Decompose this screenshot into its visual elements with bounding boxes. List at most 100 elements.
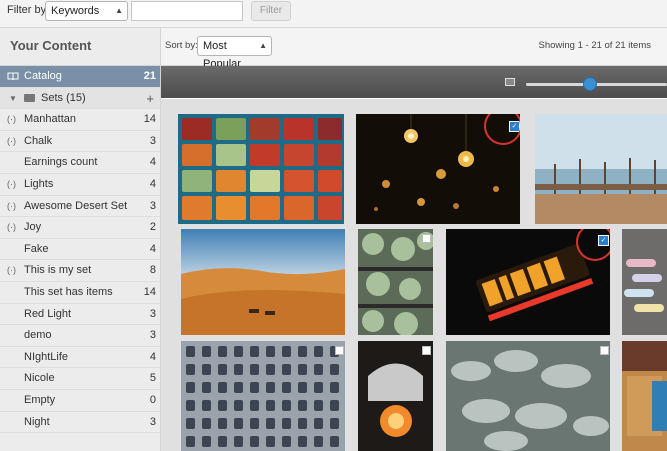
photo-succulents [358, 229, 433, 335]
sort-bar: Sort by: Most Popular ▲ Showing 1 - 21 o… [161, 28, 667, 70]
set-list: (·) Manhattan 14 (·) Chalk 3 Earnings count 4 (·… [0, 109, 160, 434]
set-label: Awesome Desert Set [24, 199, 128, 212]
sidebar-set-item[interactable]: demo 3 [0, 325, 160, 347]
set-label: Empty [24, 393, 56, 406]
broadcast-icon: (·) [7, 222, 16, 233]
sidebar-set-item[interactable]: Nicole 5 [0, 368, 160, 390]
set-count: 4 [149, 156, 156, 169]
photo-red-light [358, 341, 433, 451]
unselected-checkbox[interactable] [335, 346, 344, 355]
unselected-checkbox[interactable] [600, 346, 609, 355]
sidebar-set-item[interactable]: Earnings count 4 [0, 152, 160, 174]
main-content: Sort by: Most Popular ▲ Showing 1 - 21 o… [161, 28, 667, 451]
set-label: Night [24, 415, 50, 428]
set-count: 4 [149, 177, 156, 190]
sidebar: Your Content Catalog 21 ▼ Sets (15) + (·… [0, 28, 161, 451]
broadcast-icon: (·) [7, 200, 16, 211]
set-label: Earnings count [24, 156, 98, 169]
sidebar-set-item[interactable]: (·) Chalk 3 [0, 131, 160, 153]
select-arrows-icon: ▲ [115, 6, 123, 15]
photo-tile[interactable] [358, 341, 433, 451]
sidebar-set-item[interactable]: (·) This is my set 8 [0, 260, 160, 282]
filter-label: Filter by [7, 4, 47, 16]
set-label: Chalk [24, 134, 53, 147]
sidebar-set-item[interactable]: This set has items 14 [0, 282, 160, 304]
photo-desert [181, 229, 345, 335]
set-label: Manhattan [24, 113, 76, 126]
sort-label: Sort by: [165, 40, 198, 51]
photo-tile[interactable] [446, 341, 610, 451]
filter-bar: Filter by Keywords ▲ Filter [0, 0, 667, 28]
sidebar-set-item[interactable]: (·) Lights 4 [0, 174, 160, 196]
photo-tile[interactable]: ✓ [446, 229, 610, 335]
filter-field-value: Keywords [51, 5, 100, 17]
unselected-checkbox[interactable] [422, 346, 431, 355]
sidebar-set-item[interactable]: Night 3 [0, 412, 160, 434]
set-count: 2 [149, 221, 156, 234]
photo-tile[interactable] [181, 229, 345, 335]
sidebar-set-item[interactable]: Red Light 3 [0, 304, 160, 326]
set-label: NIghtLife [24, 350, 69, 363]
set-count: 4 [149, 242, 156, 255]
catalog-label: Catalog [24, 70, 62, 82]
set-label: Nicole [24, 372, 55, 385]
set-label: Joy [24, 221, 42, 234]
chevron-down-icon[interactable]: ▼ [9, 88, 17, 110]
image-icon [505, 78, 515, 86]
set-count: 3 [149, 329, 156, 342]
sidebar-set-item[interactable]: (·) Awesome Desert Set 3 [0, 196, 160, 218]
filter-button[interactable]: Filter [251, 1, 291, 21]
filter-search-input[interactable] [131, 1, 243, 21]
set-label: Red Light [24, 307, 72, 320]
sort-select[interactable]: Most Popular ▲ [197, 36, 272, 70]
photo-vegetables [178, 114, 344, 224]
sidebar-set-item[interactable]: NIghtLife 4 [0, 347, 160, 369]
unselected-checkbox[interactable] [422, 234, 431, 243]
photo-bags [622, 341, 667, 451]
sidebar-title: Your Content [0, 28, 160, 66]
photo-cactus [446, 341, 610, 451]
sidebar-set-item[interactable]: Empty 0 [0, 390, 160, 412]
photo-grid: ✓ ✓ [161, 99, 667, 451]
filter-field-select[interactable]: Keywords ▲ [45, 1, 128, 21]
sidebar-item-catalog[interactable]: Catalog 21 [0, 66, 160, 88]
set-count: 3 [149, 307, 156, 320]
sets-label: Sets (15) [41, 91, 86, 104]
set-count: 3 [149, 134, 156, 147]
sidebar-set-item[interactable]: (·) Manhattan 14 [0, 109, 160, 131]
set-count: 5 [149, 372, 156, 385]
sidebar-sets-header[interactable]: ▼ Sets (15) + [0, 87, 160, 110]
set-count: 3 [149, 199, 156, 212]
set-label: Lights [24, 177, 54, 190]
photo-tile[interactable]: ✓ [356, 114, 520, 224]
photo-tile[interactable] [622, 341, 667, 451]
photo-chalk [622, 229, 667, 335]
catalog-count: 21 [143, 70, 156, 82]
broadcast-icon: (·) [7, 135, 16, 146]
photo-pier [535, 114, 667, 224]
set-label: This is my set [24, 264, 92, 277]
photo-tile[interactable] [181, 341, 345, 451]
select-arrows-icon: ▲ [259, 41, 267, 50]
broadcast-icon: (·) [7, 265, 16, 276]
set-count: 3 [149, 415, 156, 428]
photo-building [181, 341, 345, 451]
sidebar-set-item[interactable]: (·) Joy 2 [0, 217, 160, 239]
broadcast-icon: (·) [7, 178, 16, 189]
results-count: Showing 1 - 21 of 21 items [538, 40, 651, 51]
toolbar [161, 66, 667, 98]
set-count: 14 [143, 113, 156, 126]
photo-tile[interactable] [358, 229, 433, 335]
add-set-icon[interactable]: + [146, 88, 154, 110]
set-label: This set has items [24, 285, 113, 298]
sidebar-set-item[interactable]: Fake 4 [0, 239, 160, 261]
photo-tile[interactable] [178, 114, 344, 224]
folder-icon [24, 93, 35, 102]
set-label: demo [24, 329, 52, 342]
photo-tile[interactable] [622, 229, 667, 335]
zoom-slider-handle[interactable] [583, 77, 598, 91]
set-count: 14 [143, 285, 156, 298]
set-count: 0 [149, 393, 156, 406]
photo-tile[interactable] [535, 114, 667, 224]
set-label: Fake [24, 242, 49, 255]
